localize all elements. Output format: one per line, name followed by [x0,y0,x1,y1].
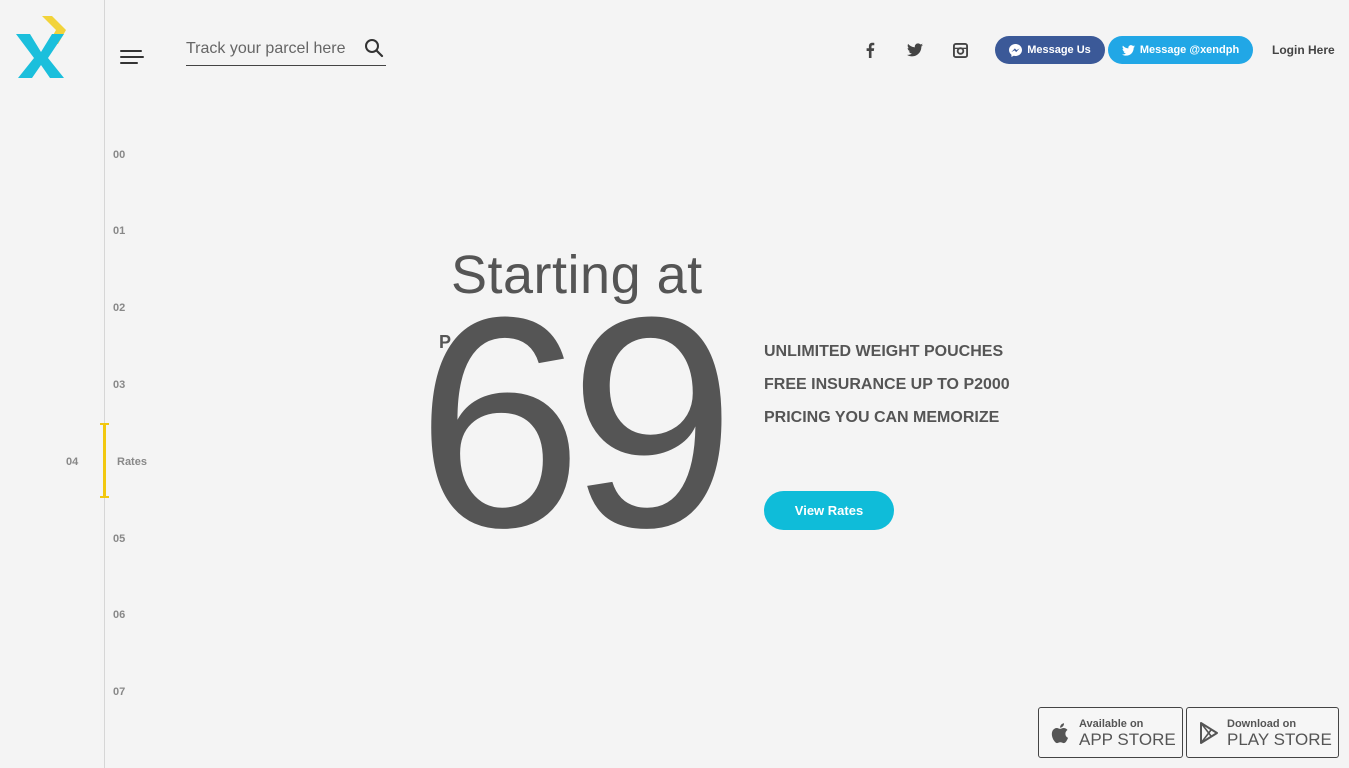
sidenav-active-indicator [100,423,109,498]
message-twitter-button[interactable]: Message @xendph [1108,36,1253,64]
side-rail-line [104,0,105,768]
xend-logo-icon [16,16,66,78]
message-us-button[interactable]: Message Us [995,36,1105,64]
messenger-icon [1009,43,1023,57]
sidenav-item-03[interactable]: 03 [113,379,125,391]
twitter-icon [1121,44,1135,56]
play-store-icon [1200,722,1218,744]
app-store-small-label: Available on [1079,718,1144,730]
login-link[interactable]: Login Here [1272,43,1335,57]
feature-item: PRICING YOU CAN MEMORIZE [764,409,1000,426]
sidenav-item-01[interactable]: 01 [113,225,125,237]
sidenav-active-number: 04 [66,456,79,468]
track-parcel-input[interactable] [186,36,356,62]
feature-item: UNLIMITED WEIGHT POUCHES [764,343,1004,360]
apple-icon [1051,723,1069,744]
sidenav-item-07[interactable]: 07 [113,686,125,698]
facebook-icon[interactable] [858,38,882,62]
brand-logo[interactable] [14,14,68,80]
feature-item: FREE INSURANCE UP TO P2000 [764,376,1010,393]
sidenav-item-06[interactable]: 06 [113,609,125,621]
sidenav-item-02[interactable]: 02 [113,302,125,314]
feature-list: UNLIMITED WEIGHT POUCHES FREE INSURANCE … [764,342,1010,441]
play-store-small-label: Download on [1227,718,1297,730]
menu-hamburger-button[interactable] [120,50,144,66]
app-store-big-label: APP STORE [1079,730,1176,749]
search-icon[interactable] [364,38,384,58]
message-us-label: Message Us [1027,44,1091,56]
track-parcel-search [186,34,386,66]
sidenav-item-00[interactable]: 00 [113,149,125,161]
app-store-button[interactable]: Available on APP STORE [1038,707,1183,758]
sidenav-item-rates[interactable]: Rates [117,456,147,468]
instagram-icon[interactable] [948,38,972,62]
play-store-button[interactable]: Download on PLAY STORE [1186,707,1339,758]
view-rates-button[interactable]: View Rates [764,491,894,530]
twitter-icon[interactable] [903,38,927,62]
message-twitter-label: Message @xendph [1139,44,1240,56]
price-value: 69 [416,254,736,590]
sidenav-item-05[interactable]: 05 [113,533,125,545]
play-store-big-label: PLAY STORE [1227,730,1332,749]
